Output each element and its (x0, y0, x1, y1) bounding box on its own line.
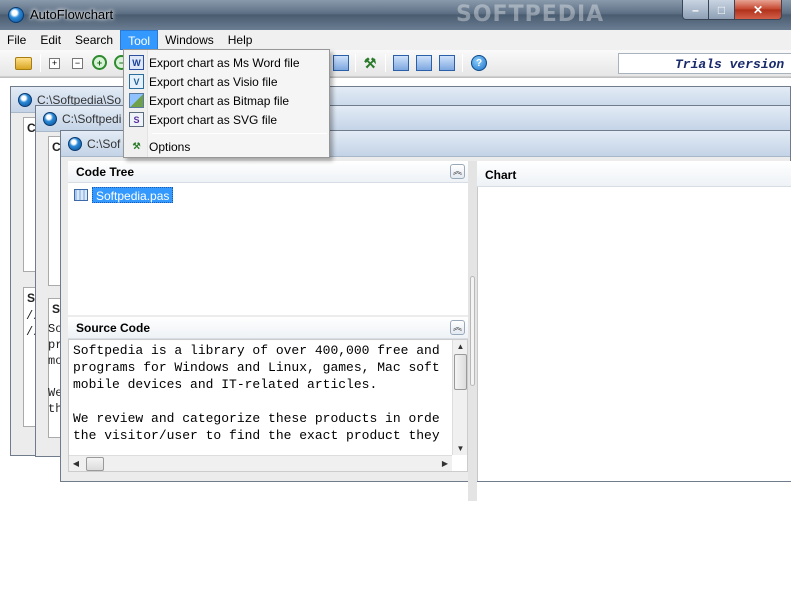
maximize-button[interactable]: □ (708, 0, 735, 20)
toolbar-separator (355, 54, 356, 72)
toolbar-separator (385, 54, 386, 72)
source-code-editor[interactable]: Softpedia is a library of over 400,000 f… (68, 339, 468, 472)
source-code-collapse-button[interactable]: ︽ (450, 320, 465, 335)
code-tree: Softpedia.pas (68, 183, 468, 315)
help-icon[interactable]: ? (471, 55, 487, 71)
svg-icon: S (129, 112, 144, 127)
mdi-workspace: C:\Softpedia\So C S // // C:\Softpedi C … (0, 77, 791, 612)
window-title: AutoFlowchart (30, 7, 114, 22)
child-app-icon (43, 112, 57, 126)
source-line: We review and categorize these products … (73, 411, 440, 426)
menu-item-options[interactable]: ⚒ Options (126, 137, 327, 156)
code-tree-header: Code Tree ︽ (68, 161, 468, 183)
menu-search[interactable]: Search (68, 30, 120, 50)
code-tree-collapse-button[interactable]: ︽ (450, 164, 465, 179)
panel-header-fragment: S (52, 302, 61, 316)
source-vertical-scrollbar[interactable]: ▲ ▼ (452, 340, 467, 455)
source-horizontal-scrollbar[interactable]: ◀ ▶ (69, 455, 452, 471)
source-code-text[interactable]: Softpedia is a library of over 400,000 f… (73, 342, 440, 444)
export-icon[interactable] (333, 55, 349, 71)
menu-item-export-visio[interactable]: V Export chart as Visio file (126, 72, 327, 91)
child-title: C:\Sof (87, 137, 121, 151)
word-icon: W (129, 55, 144, 70)
panel-header-fragment: S (27, 291, 36, 305)
menu-bar: File Edit Search Tool Windows Help (0, 30, 791, 50)
visio-icon: V (129, 74, 144, 89)
menu-file[interactable]: File (0, 30, 33, 50)
title-bar[interactable]: AutoFlowchart SOFTPEDIA – □ ✕ (0, 0, 791, 30)
code-tree-title: Code Tree (76, 165, 135, 179)
menu-item-export-svg[interactable]: S Export chart as SVG file (126, 110, 327, 129)
toolbar-separator (40, 54, 41, 72)
minimize-button[interactable]: – (682, 0, 709, 20)
menu-windows[interactable]: Windows (158, 30, 221, 50)
close-button[interactable]: ✕ (734, 0, 782, 20)
child-title: C:\Softpedi (62, 112, 122, 126)
trial-version-label: Trials version (618, 53, 791, 74)
zoom-in-icon[interactable]: + (92, 55, 107, 70)
source-line: the visitor/user to find the exact produ… (73, 428, 440, 443)
tree-item-file[interactable]: Softpedia.pas (74, 187, 174, 203)
toolbar-separator (462, 54, 463, 72)
source-code-title: Source Code (76, 321, 151, 335)
app-icon[interactable] (8, 7, 24, 23)
menu-item-export-word[interactable]: W Export chart as Ms Word file (126, 53, 327, 72)
child-app-icon (18, 93, 32, 107)
menu-tool[interactable]: Tool (120, 30, 159, 50)
scroll-left-arrow[interactable]: ◀ (69, 459, 83, 468)
scroll-down-arrow[interactable]: ▼ (453, 444, 467, 453)
collapse-all-icon[interactable]: − (72, 58, 83, 69)
scroll-thumb[interactable] (86, 457, 104, 471)
menu-help[interactable]: Help (221, 30, 260, 50)
tile-horizontal-icon[interactable] (416, 55, 432, 71)
menu-item-label: Export chart as Ms Word file (149, 56, 300, 70)
pascal-file-icon (74, 189, 88, 201)
cascade-windows-icon[interactable] (393, 55, 409, 71)
open-folder-icon[interactable] (15, 57, 32, 70)
chart-header: Chart (477, 161, 791, 187)
chart-title: Chart (485, 168, 517, 182)
tree-item-label: Softpedia.pas (92, 187, 174, 203)
source-line: mobile devices and IT-related articles. (73, 377, 378, 392)
tile-vertical-icon[interactable] (439, 55, 455, 71)
pane-splitter[interactable] (468, 161, 477, 501)
menu-item-label: Export chart as Visio file (149, 75, 278, 89)
scroll-thumb[interactable] (454, 354, 467, 390)
menu-item-label: Export chart as SVG file (149, 113, 278, 127)
child-app-icon (68, 137, 82, 151)
menu-item-label: Export chart as Bitmap file (149, 94, 290, 108)
mdi-child-window-active[interactable]: C:\Sof Code Tree ︽ Softpedia.pas Source … (60, 130, 791, 501)
tools-icon: ⚒ (132, 141, 141, 151)
scroll-up-arrow[interactable]: ▲ (453, 342, 467, 351)
menu-edit[interactable]: Edit (33, 30, 68, 50)
menu-item-export-bitmap[interactable]: Export chart as Bitmap file (126, 91, 327, 110)
expand-all-icon[interactable]: + (49, 58, 60, 69)
scroll-right-arrow[interactable]: ▶ (438, 459, 452, 468)
tool-menu-dropdown: W Export chart as Ms Word file V Export … (123, 49, 330, 158)
bitmap-icon (129, 93, 144, 108)
menu-separator (152, 133, 327, 134)
chart-canvas[interactable] (477, 187, 791, 481)
source-line: Softpedia is a library of over 400,000 f… (73, 343, 440, 358)
toolbar: + − + − ⚒ ? Trials version (0, 50, 791, 77)
splitter-grip[interactable] (470, 276, 475, 386)
softpedia-watermark: SOFTPEDIA (456, 2, 605, 27)
source-code-header: Source Code ︽ (68, 317, 468, 339)
tools-icon[interactable]: ⚒ (362, 55, 378, 71)
source-line: programs for Windows and Linux, games, M… (73, 360, 440, 375)
menu-item-label: Options (149, 140, 191, 154)
